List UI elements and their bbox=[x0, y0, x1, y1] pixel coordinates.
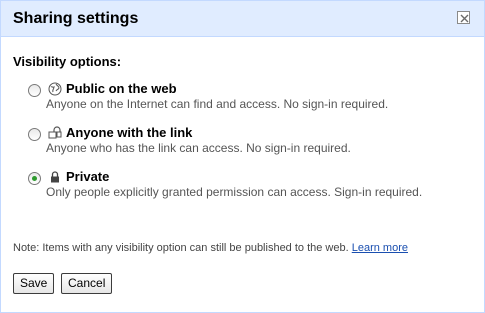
radio-public[interactable] bbox=[28, 84, 41, 97]
radio-private[interactable] bbox=[28, 172, 41, 185]
cancel-button[interactable]: Cancel bbox=[61, 273, 113, 294]
close-icon bbox=[460, 14, 469, 23]
lock-icon bbox=[51, 171, 59, 183]
save-button[interactable]: Save bbox=[13, 273, 55, 294]
option-anyone-with-link-title: Anyone with the link bbox=[66, 125, 193, 140]
dialog-title: Sharing settings bbox=[13, 10, 139, 27]
option-public-title: Public on the web bbox=[66, 81, 177, 96]
option-private-title: Private bbox=[66, 169, 110, 184]
dialog-header: Sharing settings bbox=[1, 1, 484, 37]
note-text: Note: Items with any visibility option c… bbox=[13, 242, 349, 254]
visibility-note: Note: Items with any visibility option c… bbox=[13, 242, 408, 254]
sharing-settings-dialog: Sharing settings Visibility options: Pub… bbox=[0, 0, 485, 313]
radio-anyone-with-link[interactable] bbox=[28, 128, 41, 141]
option-private-description: Only people explicitly granted permissio… bbox=[46, 185, 423, 199]
option-public-description: Anyone on the Internet can find and acce… bbox=[46, 97, 389, 111]
close-button[interactable] bbox=[457, 11, 470, 24]
visibility-options-label: Visibility options: bbox=[13, 54, 122, 69]
learn-more-link[interactable]: Learn more bbox=[352, 242, 408, 254]
globe-icon bbox=[48, 82, 62, 96]
link-icon bbox=[48, 126, 62, 139]
option-anyone-with-link-description: Anyone who has the link can access. No s… bbox=[46, 141, 351, 155]
